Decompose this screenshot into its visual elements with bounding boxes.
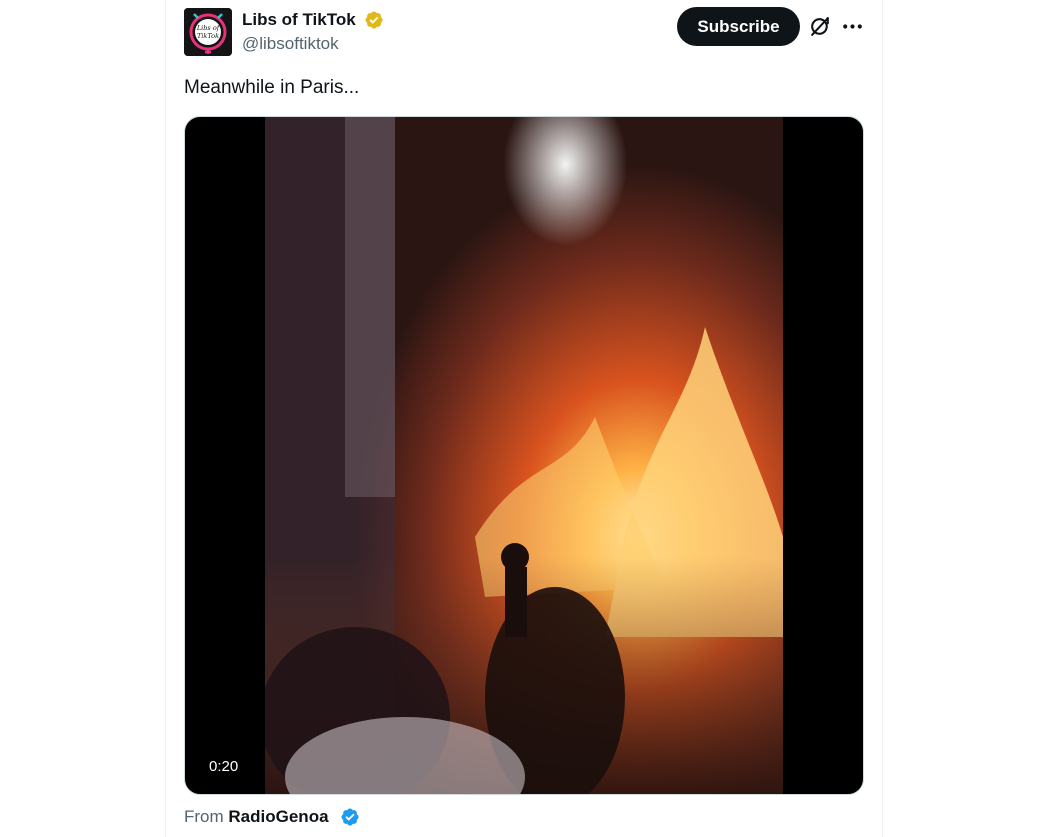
grok-icon[interactable] [808, 14, 833, 39]
gold-verified-icon[interactable] [364, 10, 384, 30]
video-source-attribution: From RadioGenoa [184, 806, 329, 828]
svg-text:TikTok: TikTok [197, 32, 219, 40]
blue-verified-icon [341, 808, 359, 826]
author-handle[interactable]: @libsoftiktok [242, 34, 339, 54]
video-player[interactable]: 0:20 [184, 116, 864, 795]
subscribe-button[interactable]: Subscribe [677, 7, 800, 46]
source-prefix: From [184, 807, 224, 826]
tweet-text: Meanwhile in Paris... [184, 77, 360, 98]
svg-text:Libs of: Libs of [196, 24, 221, 32]
source-name-link[interactable]: RadioGenoa [228, 807, 328, 826]
author-avatar[interactable]: Libs of TikTok [184, 8, 232, 56]
more-icon[interactable] [840, 14, 865, 39]
avatar-logo-icon: Libs of TikTok [184, 8, 232, 56]
author-name[interactable]: Libs of TikTok [242, 10, 356, 30]
video-duration: 0:20 [209, 758, 239, 775]
video-frame-image [265, 117, 783, 794]
